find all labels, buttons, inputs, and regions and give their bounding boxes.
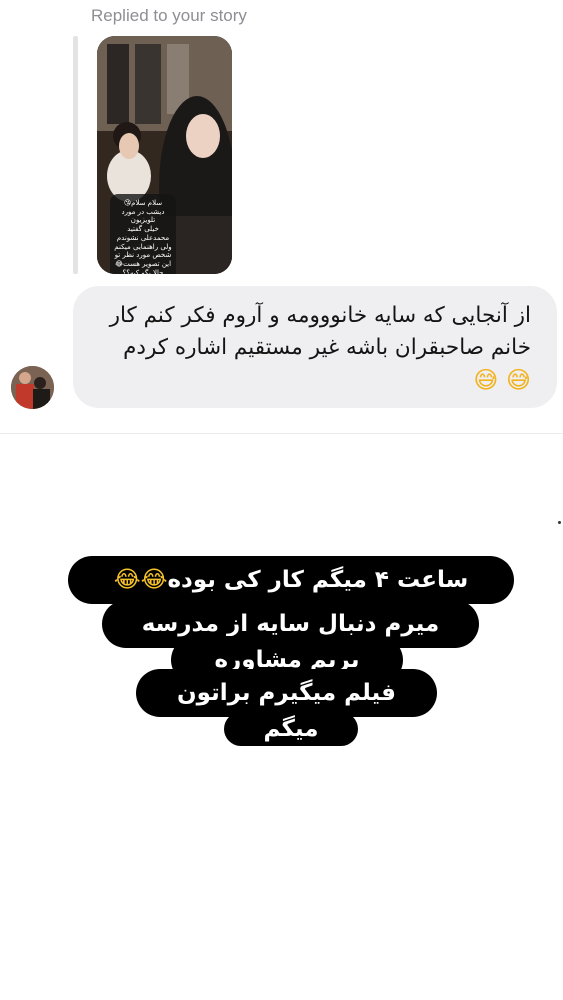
laughing-emoji: 😂😂 [113, 567, 168, 593]
message-line: خانم صاحبقران باشه غیر مستقیم اشاره کردم [123, 335, 531, 360]
message-bubble[interactable]: از آنجایی که سایه خانووومه و آروم فکر کن… [73, 286, 557, 408]
story-caption-sticker: سلام سلام😘 دیشب در مورد تلویزیون خیلی گف… [110, 194, 176, 274]
overlay-line-text: ساعت ۴ میگم کار کی بوده [167, 567, 469, 593]
sender-avatar[interactable] [11, 366, 54, 409]
divider [0, 433, 563, 434]
direct-message-thread: Replied to your story سلام سلام😘 دیشب در… [0, 0, 563, 433]
replied-to-story-label: Replied to your story [91, 6, 247, 25]
reply-quote-bar [73, 36, 78, 274]
dot-mark [558, 521, 561, 524]
avatar-photo [11, 366, 54, 409]
sweat-smile-emoji: 😅 😅 [473, 366, 531, 394]
overlay-line: فیلم میگیرم براتون [136, 669, 437, 717]
overlay-line: میگم [224, 712, 358, 746]
overlay-line: ساعت ۴ میگم کار کی بوده😂😂 [68, 556, 514, 604]
message-line: از آنجایی که سایه خانووومه و آروم فکر کن… [109, 303, 531, 328]
story-thumbnail[interactable]: سلام سلام😘 دیشب در مورد تلویزیون خیلی گف… [97, 36, 232, 274]
